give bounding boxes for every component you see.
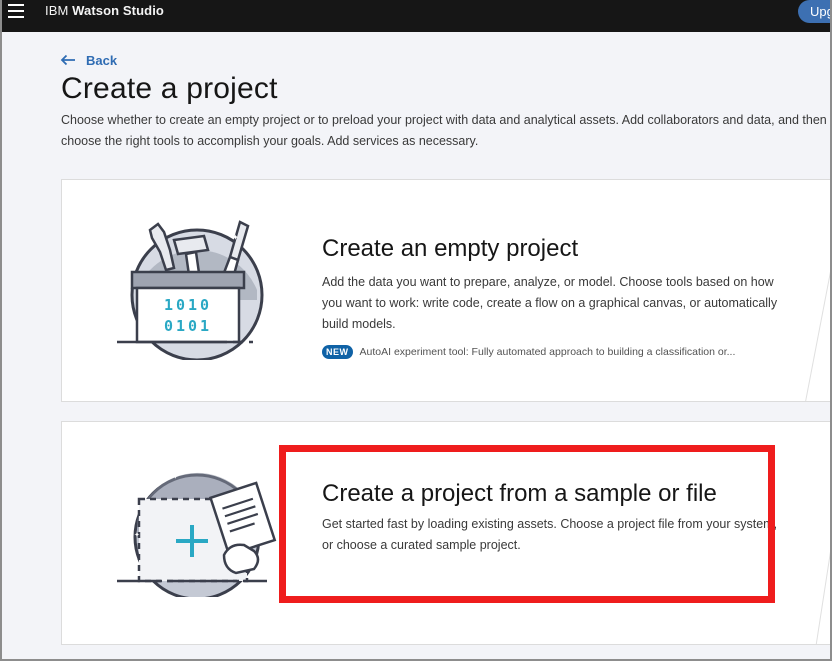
- app-brand[interactable]: IBM Watson Studio: [45, 3, 164, 18]
- binary-row-2: 0101: [164, 317, 212, 335]
- create-empty-project-card[interactable]: 1010 0101 ✦ Create an empty project Add …: [61, 179, 830, 402]
- import-file-icon: ✦ ✦: [117, 472, 277, 597]
- new-feature-text: AutoAI experiment tool: Fully automated …: [359, 346, 736, 358]
- card-description: Add the data you want to prepare, analyz…: [322, 275, 778, 331]
- new-feature-row: NEW AutoAI experiment tool: Fully automa…: [322, 345, 735, 359]
- toolbox-icon: 1010 0101 ✦: [117, 220, 267, 360]
- brand-prefix: IBM: [45, 3, 69, 18]
- back-link[interactable]: Back: [60, 51, 117, 69]
- card-title: Create an empty project: [322, 235, 579, 262]
- binary-row-1: 1010: [164, 296, 212, 314]
- brand-name: Watson Studio: [72, 3, 164, 18]
- card-description: Get started fast by loading existing ass…: [322, 517, 778, 552]
- page-description: Choose whether to create an empty projec…: [61, 113, 827, 148]
- app-window: IBM Watson Studio Upg Back Create a proj…: [0, 0, 832, 661]
- create-from-sample-card[interactable]: ✦ ✦ Create a project from a sample or fi…: [61, 421, 830, 645]
- arrow-left-icon: [60, 54, 75, 66]
- svg-text:✦: ✦: [134, 531, 140, 539]
- back-label: Back: [86, 52, 118, 68]
- upgrade-button[interactable]: Upg: [798, 0, 830, 23]
- card-title: Create a project from a sample or file: [322, 480, 717, 507]
- decorative-line: [815, 551, 830, 644]
- svg-text:✦: ✦: [232, 233, 239, 242]
- page-title: Create a project: [61, 72, 278, 105]
- new-badge: NEW: [322, 345, 353, 359]
- svg-text:✦: ✦: [172, 472, 179, 481]
- menu-icon[interactable]: [8, 4, 24, 18]
- decorative-line: [805, 271, 830, 401]
- top-bar: IBM Watson Studio Upg: [2, 0, 830, 32]
